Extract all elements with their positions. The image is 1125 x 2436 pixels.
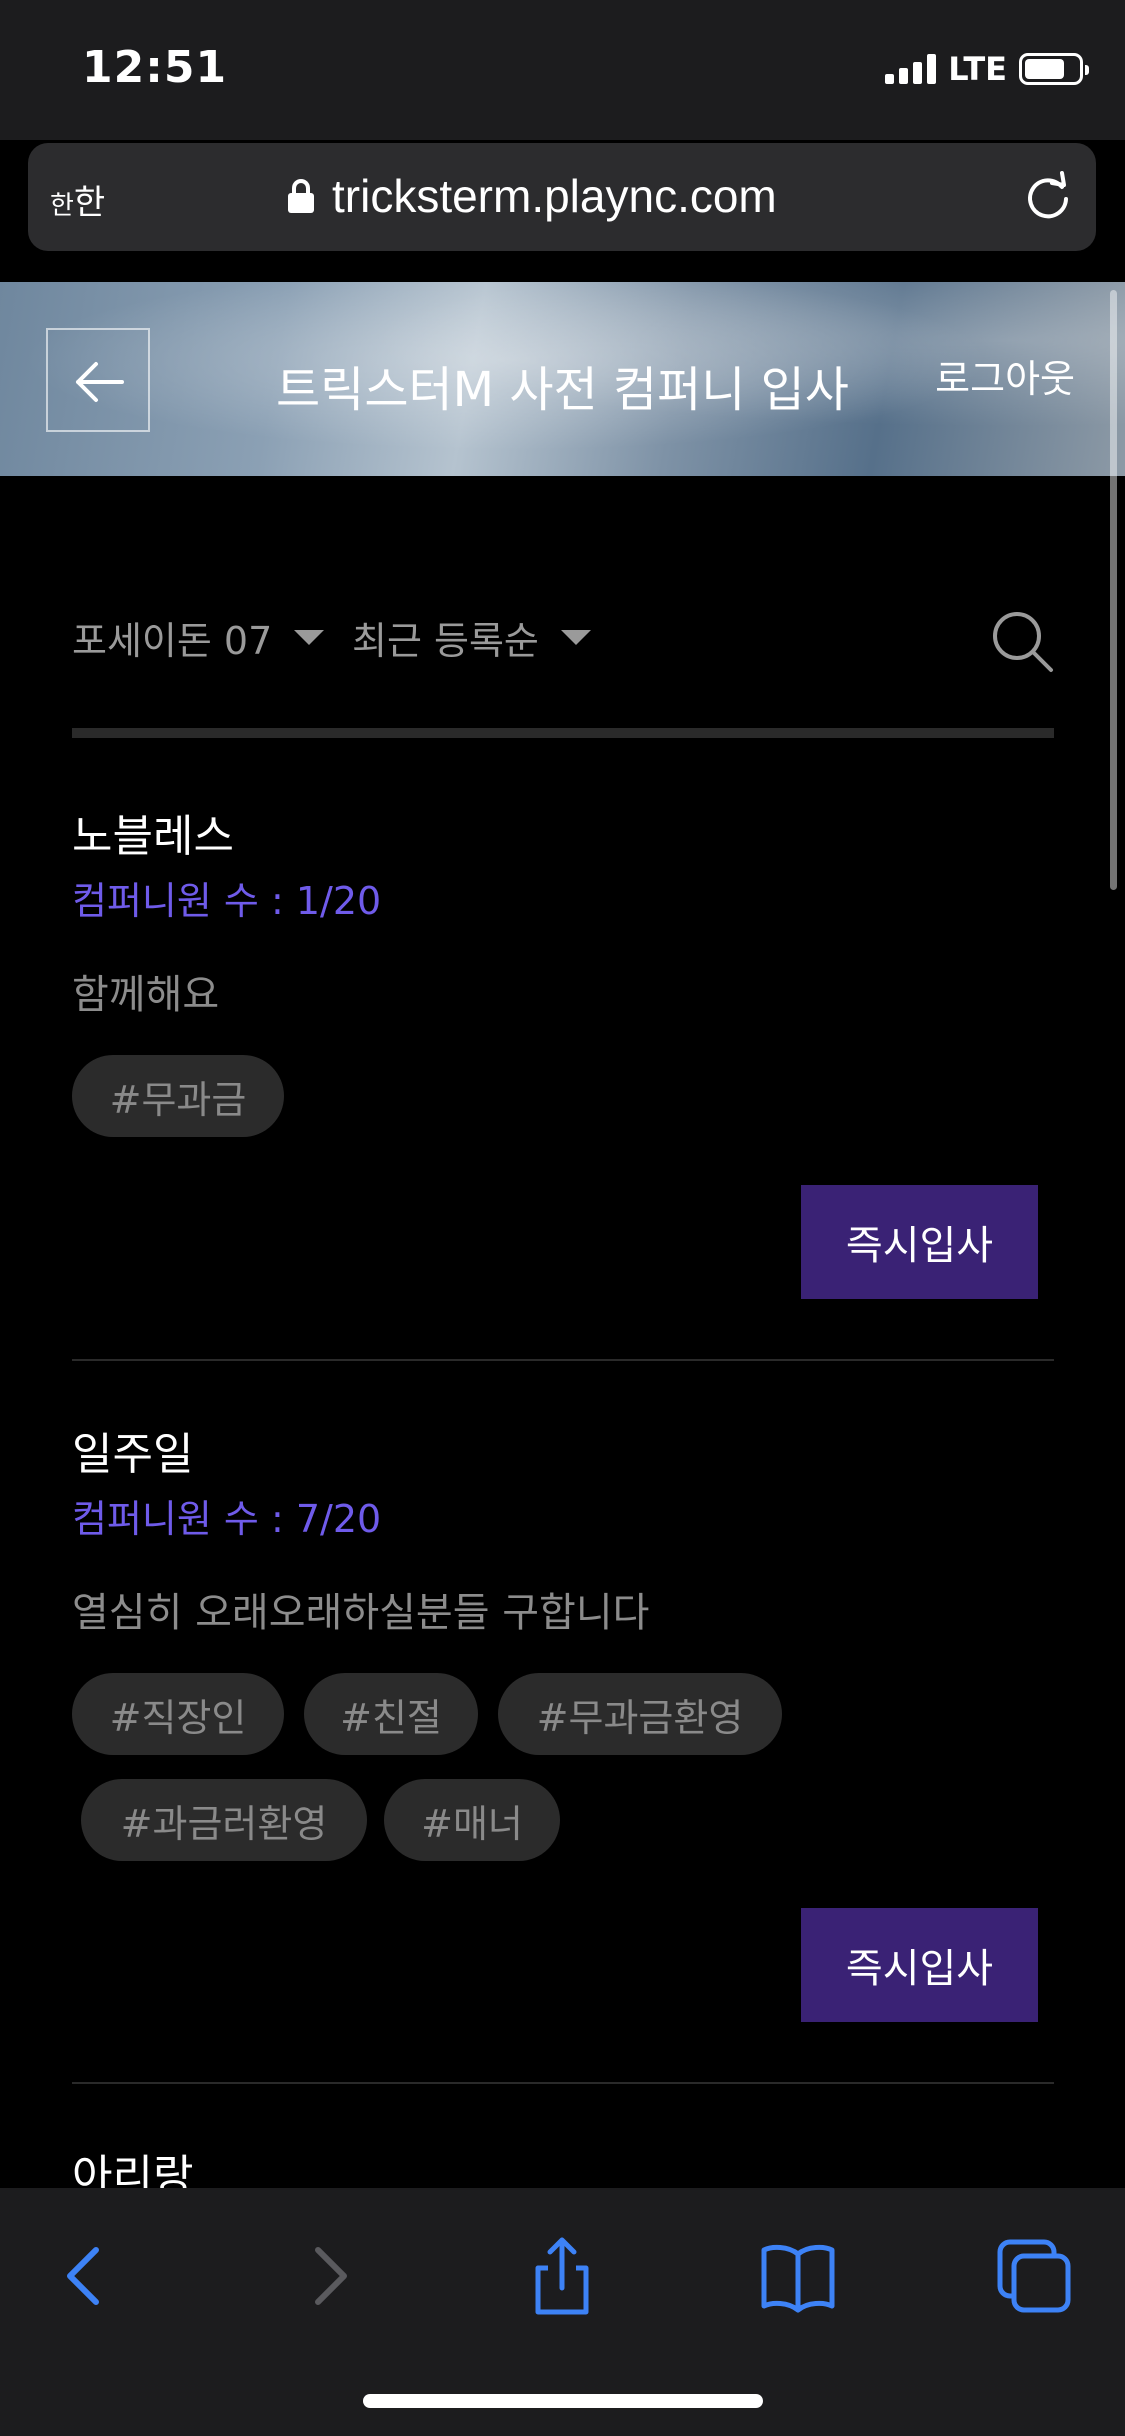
logout-link[interactable]: 로그아웃 <box>935 348 1075 403</box>
company-tag: #매너 <box>384 1779 560 1861</box>
url-text: tricksterm.plaync.com <box>332 170 777 222</box>
address-bar[interactable]: 한한 tricksterm.plaync.com <box>28 143 1096 251</box>
caret-down-icon <box>294 630 325 645</box>
network-label: LTE <box>948 50 1007 88</box>
text-size-button[interactable]: 한한 <box>50 175 105 224</box>
divider <box>72 728 1054 738</box>
home-indicator[interactable] <box>363 2394 763 2408</box>
battery-icon <box>1019 53 1089 85</box>
server-select[interactable]: 포세이돈 07 <box>72 610 325 665</box>
sort-select-label: 최근 등록순 <box>352 619 539 663</box>
sort-select[interactable]: 최근 등록순 <box>352 610 591 665</box>
company-description: 함께해요 <box>72 972 220 1018</box>
company-tag: #무과금 <box>72 1055 284 1137</box>
back-icon[interactable] <box>46 2236 126 2316</box>
company-name: 일주일 <box>72 1429 194 1480</box>
caret-down-icon <box>560 630 591 645</box>
divider <box>72 1359 1054 1361</box>
search-icon[interactable] <box>989 608 1055 674</box>
company-description: 열심히 오래오래하실분들 구합니다 <box>72 1590 650 1636</box>
join-button[interactable]: 즉시입사 <box>801 1908 1038 2022</box>
member-count: 컴퍼니원 수 : 7/20 <box>72 1497 382 1541</box>
member-count: 컴퍼니원 수 : 1/20 <box>72 879 382 923</box>
tabs-icon[interactable] <box>994 2236 1074 2316</box>
reload-icon[interactable] <box>1022 171 1074 223</box>
page-header: 트릭스터M 사전 컴퍼니 입사 로그아웃 <box>0 282 1125 476</box>
scrollbar[interactable] <box>1110 290 1117 890</box>
status-time: 12:51 <box>82 42 228 93</box>
server-select-label: 포세이돈 07 <box>72 619 273 663</box>
forward-icon[interactable] <box>288 2236 368 2316</box>
status-bar: 12:51 LTE <box>0 0 1125 140</box>
company-tag: #직장인 <box>72 1673 284 1755</box>
bookmarks-icon[interactable] <box>758 2236 838 2316</box>
status-indicators: LTE <box>885 50 1089 88</box>
company-tag: #무과금환영 <box>498 1673 782 1755</box>
share-icon[interactable] <box>522 2236 602 2316</box>
join-button[interactable]: 즉시입사 <box>801 1185 1038 1299</box>
lock-icon <box>288 179 314 213</box>
url-display[interactable]: tricksterm.plaync.com <box>288 169 777 223</box>
company-name: 노블레스 <box>72 811 234 862</box>
signal-icon <box>885 54 937 84</box>
company-tag: #과금러환영 <box>81 1779 367 1861</box>
company-tag: #친절 <box>304 1673 478 1755</box>
divider <box>72 2082 1054 2084</box>
